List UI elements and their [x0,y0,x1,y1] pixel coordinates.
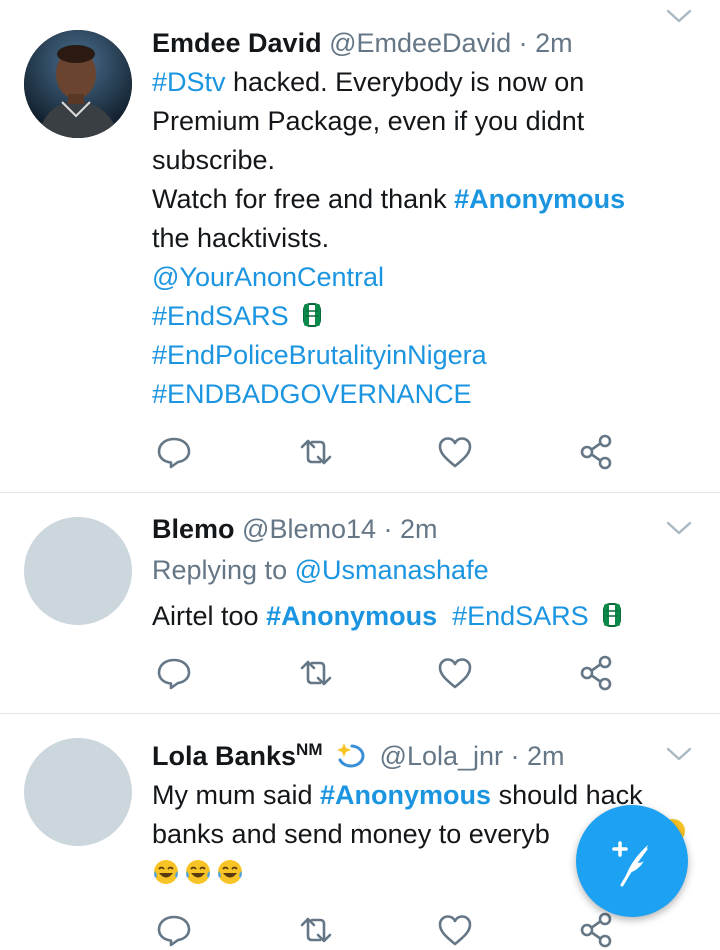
hashtag-link[interactable]: #Anonymous [320,780,491,810]
compose-tweet-icon [612,841,648,887]
retweet-icon[interactable] [296,653,336,693]
tweet-actions [152,910,632,950]
tweet-text: #DStv hacked. Everybody is now on Premiu… [152,63,692,414]
hashtag-link[interactable]: #EndPoliceBrutalityinNigera [152,336,692,375]
display-name[interactable]: Emdee David [152,28,322,58]
hashtag-link[interactable]: #Anonymous [454,184,625,214]
reply-icon[interactable] [154,910,194,950]
raised-fist-flag-icon [603,603,622,627]
compose-tweet-button[interactable] [576,805,688,917]
tweet-emdee-david[interactable]: Emdee David @EmdeeDavid · 2m #DStv hacke… [0,0,720,492]
handle[interactable]: @Lola_jnr [380,741,503,771]
reply-icon[interactable] [154,432,194,472]
handle[interactable]: @Blemo14 [242,514,376,544]
chevron-down-icon[interactable] [664,744,694,764]
reply-icon[interactable] [154,653,194,693]
replying-label: Replying to [152,555,295,585]
heart-icon[interactable] [435,910,475,950]
heart-icon[interactable] [435,432,475,472]
hashtag-link[interactable]: #ENDBADGOVERNANCE [152,375,692,414]
share-icon[interactable] [576,432,616,472]
timestamp[interactable]: · 2m [384,514,438,544]
chevron-down-icon[interactable] [664,6,694,26]
tears-of-joy-emoji-icon [154,860,178,884]
tears-of-joy-emoji-icon [218,860,242,884]
hashtag-link[interactable]: #EndSARS [452,601,589,631]
chevron-down-icon[interactable] [664,518,694,538]
hashtag-link[interactable]: #Anonymous [266,601,437,631]
tears-of-joy-emoji-icon [186,860,210,884]
retweet-icon[interactable] [296,432,336,472]
handle[interactable]: @EmdeeDavid [329,28,511,58]
tweet-actions [152,432,632,472]
raised-fist-flag-icon [303,303,322,327]
timestamp[interactable]: · 2m [511,741,565,771]
dizzy-star-emoji-icon [337,743,365,768]
mention-link[interactable]: @Usmanashafe [295,555,489,585]
share-icon[interactable] [576,653,616,693]
avatar[interactable] [24,738,132,846]
display-name[interactable]: Lola BanksNM [152,740,323,771]
heart-icon[interactable] [435,653,475,693]
tweet-blemo[interactable]: Blemo @Blemo14 · 2m Replying to @Usmanas… [0,493,720,713]
avatar[interactable] [24,30,132,138]
tweet-text: Airtel too #Anonymous #EndSARS [152,597,692,636]
timestamp[interactable]: · 2m [519,28,573,58]
avatar-photo [24,30,132,138]
tweet-actions [152,653,632,693]
hashtag-link[interactable]: #EndSARS [152,301,289,331]
retweet-icon[interactable] [296,910,336,950]
mention-link[interactable]: @YourAnonCentral [152,258,692,297]
hashtag-link[interactable]: #DStv [152,67,226,97]
avatar[interactable] [24,517,132,625]
display-name[interactable]: Blemo [152,514,235,544]
